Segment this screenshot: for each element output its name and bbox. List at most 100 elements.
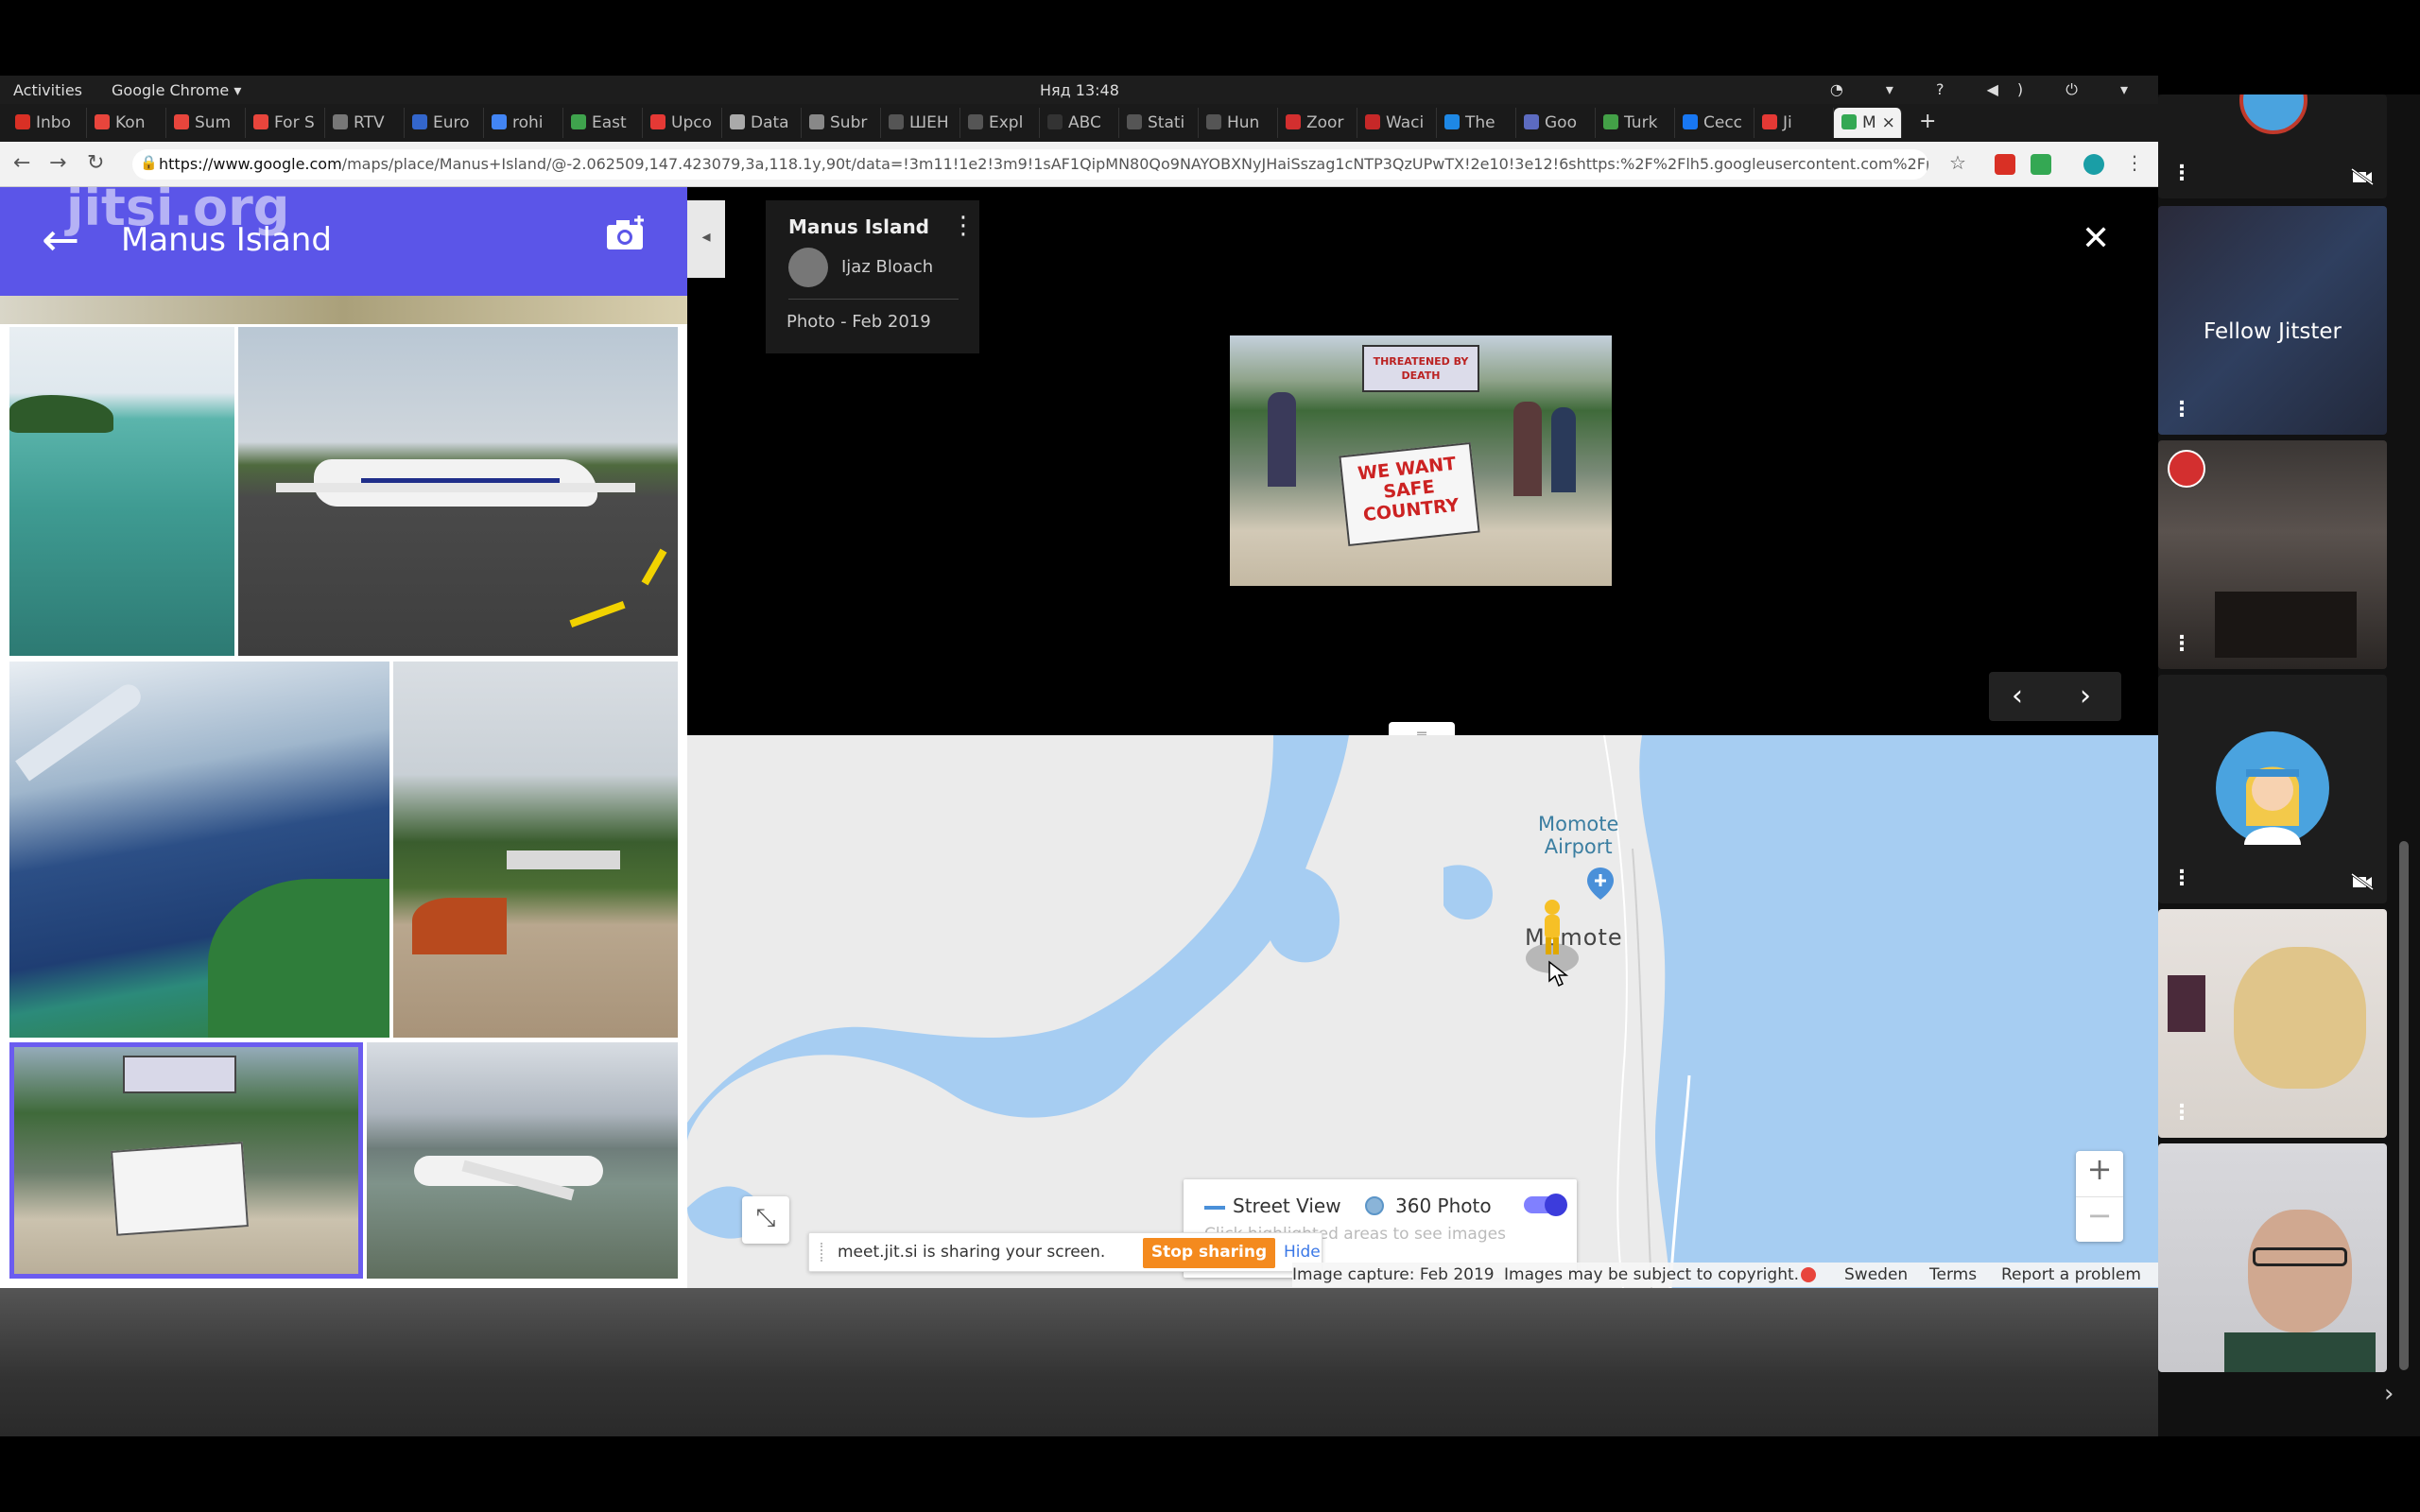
tab-label: For S (274, 113, 315, 132)
url-path: /maps/place/Manus+Island/@-2.062509,147.… (341, 155, 1928, 173)
participant-tile[interactable]: ⋮ (2158, 440, 2387, 669)
star-icon[interactable]: ☆ (1949, 151, 1966, 174)
participant-tile[interactable] (2158, 1143, 2387, 1372)
profile-avatar[interactable] (2083, 154, 2104, 175)
browser-tab[interactable]: Data (722, 108, 802, 138)
more-options-icon[interactable]: ⋮ (951, 212, 976, 240)
browser-tab[interactable]: East (563, 108, 643, 138)
browser-tab[interactable]: Upco (643, 108, 722, 138)
filmstrip-scrollbar[interactable] (2399, 841, 2409, 1370)
browser-tab[interactable]: Сесс (1675, 108, 1754, 138)
next-photo-button[interactable]: › (2080, 679, 2091, 713)
browser-tab[interactable]: The (1437, 108, 1516, 138)
browser-tab[interactable]: Waci (1357, 108, 1437, 138)
photo-thumbnail-road[interactable] (393, 662, 678, 1038)
exit-fullscreen-icon[interactable]: ⤡ (742, 1196, 789, 1244)
stop-sharing-button[interactable]: Stop sharing (1143, 1238, 1275, 1268)
photo-pager: ‹ › (1989, 672, 2121, 721)
back-arrow-icon[interactable]: ← (42, 214, 79, 266)
tab-label: Euro (433, 113, 470, 132)
previous-photo-button[interactable]: ‹ (2012, 679, 2023, 713)
hide-button[interactable]: Hide (1284, 1243, 1321, 1262)
extension-icon[interactable] (2031, 154, 2051, 175)
more-options-icon[interactable]: ⋮ (2171, 398, 2192, 421)
tab-close-icon[interactable]: × (1882, 113, 1895, 132)
new-tab-button[interactable]: + (1919, 110, 1936, 133)
participant-tile[interactable]: ⋮ (2158, 94, 2387, 198)
tab-label: Turk (1624, 113, 1658, 132)
participant-tile[interactable]: ⋮ (2158, 675, 2387, 903)
back-icon[interactable]: ← (13, 151, 30, 175)
collapse-panel-button[interactable]: ◂ (687, 200, 725, 278)
avatar (2239, 94, 2308, 134)
tab-label: Сесс (1703, 113, 1743, 132)
more-options-icon[interactable]: ⋮ (2171, 632, 2192, 656)
author-name[interactable]: Ijaz Bloach (841, 257, 933, 277)
photo-thumbnail-protest-selected[interactable] (9, 1042, 363, 1279)
browser-tab[interactable]: Inbo (8, 108, 87, 138)
desktop-background (0, 1288, 2158, 1436)
more-options-icon[interactable]: ⋮ (2171, 162, 2192, 185)
tab-label: Stati (1148, 113, 1185, 132)
country-link[interactable]: Sweden (1844, 1265, 1908, 1284)
activities-button[interactable]: Activities (13, 81, 82, 99)
photo-thumbnail-reef[interactable] (9, 327, 234, 656)
map-view[interactable]: Momote Airport Momote + − ⤡ Street View (687, 735, 2158, 1288)
browser-tab[interactable]: Goo (1516, 108, 1596, 138)
browser-tab[interactable]: Euro (405, 108, 484, 138)
extension-icon[interactable] (1995, 154, 2015, 175)
author-avatar[interactable] (788, 248, 828, 287)
browser-tab[interactable]: Kon (87, 108, 166, 138)
browser-tab[interactable]: Subr (802, 108, 881, 138)
browser-tab[interactable]: Sum (166, 108, 246, 138)
tab-favicon-icon (1206, 114, 1221, 129)
main-photo[interactable]: THREATENED BY DEATH WE WANT SAFE COUNTRY (1230, 335, 1612, 586)
coverage-toggle[interactable] (1524, 1194, 1567, 1216)
airport-pin-icon[interactable] (1585, 868, 1616, 902)
address-bar[interactable]: 🔒 https://www.google.com/maps/place/Manu… (132, 149, 1928, 180)
browser-tab[interactable]: For S (246, 108, 325, 138)
tab-label: Zoor (1306, 113, 1344, 132)
browser-tab[interactable]: Expl (960, 108, 1040, 138)
more-options-icon[interactable]: ⋮ (2171, 1101, 2192, 1125)
clock[interactable]: Няд 13:48 (1040, 81, 1119, 99)
tab-label: Expl (989, 113, 1024, 132)
app-menu[interactable]: Google Chrome ▾ (112, 81, 241, 99)
more-options-icon[interactable]: ⋮ (2171, 867, 2192, 890)
filmstrip-next-icon[interactable]: › (2384, 1380, 2394, 1408)
system-tray-icons[interactable]: ◔ ▾ ? ◀) ⏻ ▾ (1830, 80, 2147, 99)
tab-favicon-icon (889, 114, 904, 129)
zoom-in-button[interactable]: + (2076, 1151, 2123, 1196)
url-host: https://www.google.com (159, 155, 342, 173)
reload-icon[interactable]: ↻ (87, 151, 104, 175)
photo-thumbnail[interactable] (0, 296, 687, 324)
photo-thumbnail-aerial[interactable] (9, 662, 389, 1038)
browser-tab[interactable]: Hun (1199, 108, 1278, 138)
forward-icon[interactable]: → (49, 151, 66, 175)
close-icon[interactable]: ✕ (2082, 219, 2110, 258)
browser-tab[interactable]: Stati (1119, 108, 1199, 138)
participant-tile[interactable]: ⋮ (2158, 909, 2387, 1138)
report-flag-icon[interactable] (1801, 1267, 1816, 1282)
add-photo-icon[interactable] (605, 215, 647, 251)
video-content (2248, 1210, 2352, 1332)
chrome-menu-icon[interactable]: ⋮ (2125, 151, 2144, 174)
browser-tab-active[interactable]: M × (1834, 108, 1902, 138)
browser-tab[interactable]: rohi (484, 108, 563, 138)
zoom-out-button[interactable]: − (2076, 1196, 2123, 1242)
tab-label: Kon (115, 113, 146, 132)
browser-tab[interactable]: Zoor (1278, 108, 1357, 138)
participant-tile-fellow-jitster[interactable]: Fellow Jitster ⋮ (2158, 206, 2387, 435)
browser-tab[interactable]: Ji (1754, 108, 1834, 138)
terms-link[interactable]: Terms (1929, 1265, 1977, 1284)
map-label-airport[interactable]: Momote Airport (1538, 813, 1618, 858)
drag-grip-icon[interactable] (821, 1243, 826, 1262)
photo-place-title[interactable]: Manus Island (788, 215, 929, 238)
photo-thumbnail-jet[interactable] (367, 1042, 678, 1279)
browser-tab[interactable]: ШЕН (881, 108, 960, 138)
browser-tab[interactable]: Turk (1596, 108, 1675, 138)
browser-tab[interactable]: ABC (1040, 108, 1119, 138)
report-problem-link[interactable]: Report a problem (2001, 1265, 2141, 1284)
browser-tab[interactable]: RTV (325, 108, 405, 138)
photo-thumbnail-plane[interactable] (238, 327, 678, 656)
